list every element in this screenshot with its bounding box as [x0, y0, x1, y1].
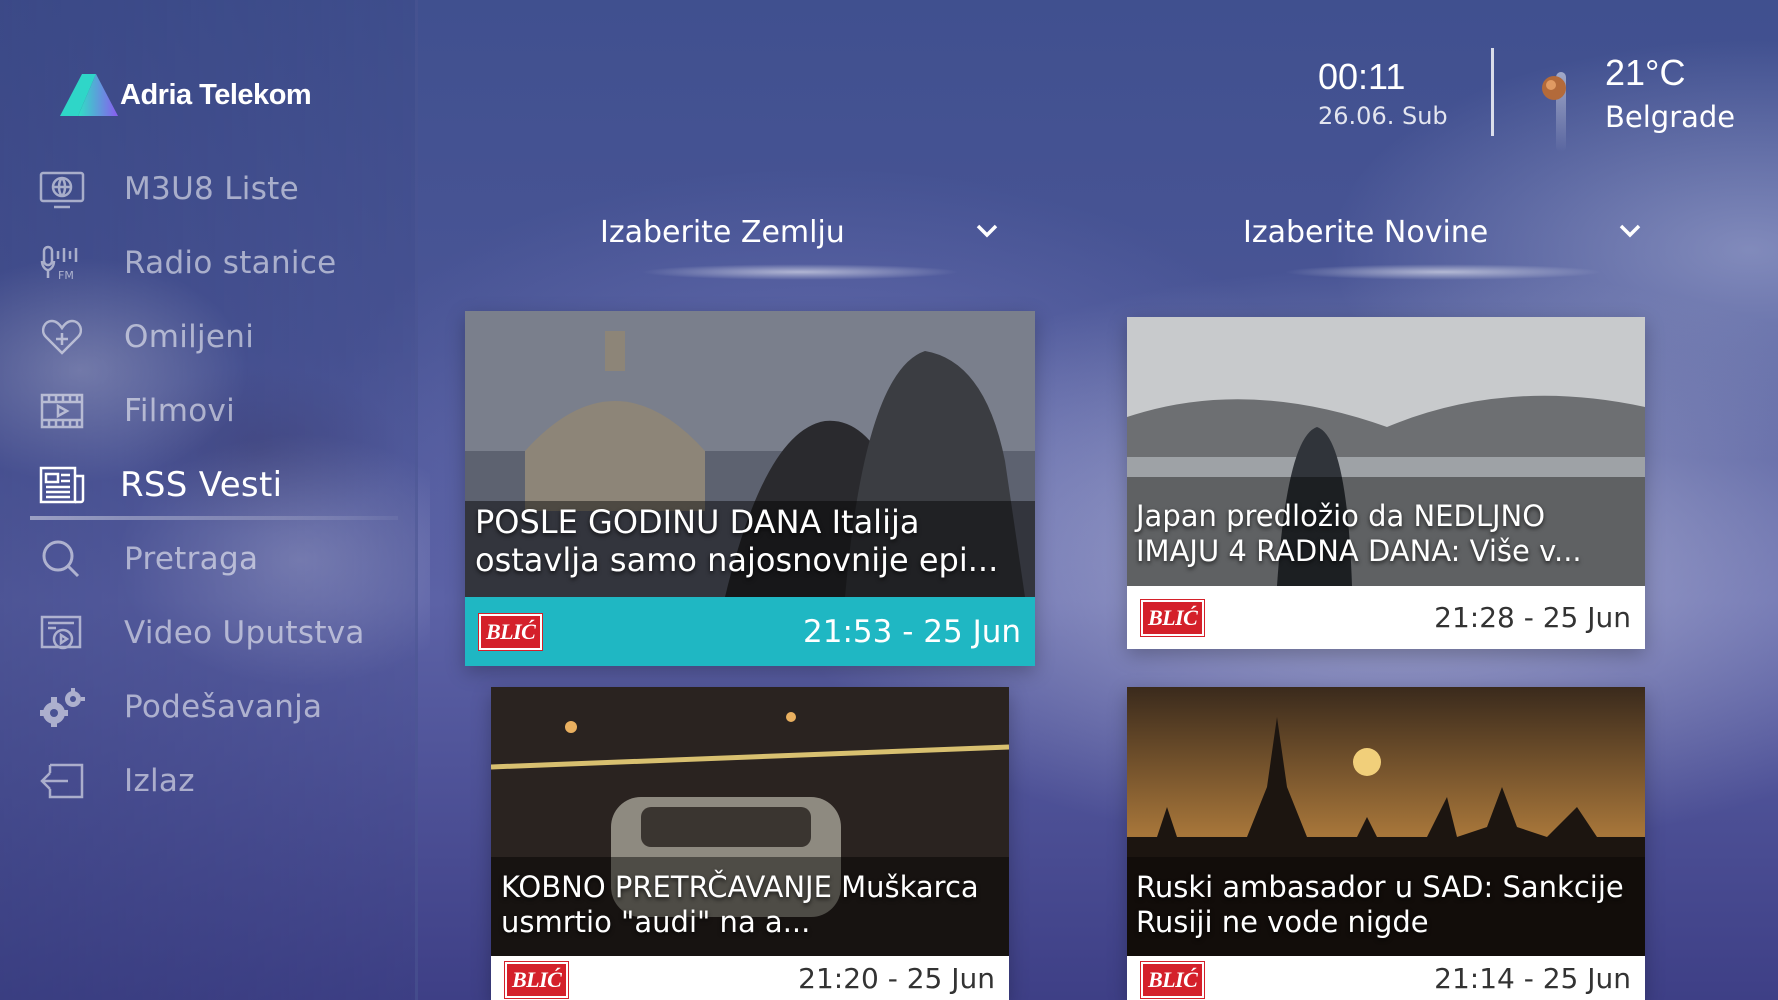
sidebar-item-m3u8[interactable]: M3U8 Liste: [0, 152, 418, 226]
temperature: 21°C: [1605, 52, 1686, 93]
chevron-down-icon: [976, 224, 998, 238]
news-card[interactable]: Ruski ambasador u SAD: Sankcije Rusiji n…: [1127, 687, 1645, 1000]
news-headline: Japan predložio da NEDLJNO IMAJU 4 RADNA…: [1136, 499, 1582, 568]
newspaper-dropdown-label: Izaberite Novine: [1243, 214, 1489, 250]
city-name: Belgrade: [1605, 100, 1736, 134]
news-card[interactable]: Japan predložio da NEDLJNO IMAJU 4 RADNA…: [1127, 317, 1645, 649]
sidebar-item-label: Omiljeni: [124, 319, 255, 355]
news-headline: Ruski ambasador u SAD: Sankcije Rusiji n…: [1136, 870, 1624, 939]
sidebar-item-search[interactable]: Pretraga: [0, 522, 418, 596]
radio-fm-icon: FM: [36, 241, 88, 285]
sidebar-item-settings[interactable]: Podešavanja: [0, 670, 418, 744]
clock-time: 00:11: [1318, 56, 1406, 97]
video-guide-icon: [36, 611, 88, 655]
news-footer: BLIĆ 21:14 - 25 Jun: [1127, 956, 1645, 1000]
clock-date: 26.06. Sub: [1318, 102, 1448, 130]
source-logo-blic: BLIĆ: [1139, 961, 1206, 999]
news-footer: BLIĆ 21:28 - 25 Jun: [1127, 586, 1645, 649]
sidebar-item-movies[interactable]: Filmovi: [0, 374, 418, 448]
clock: 00:11 26.06. Sub: [1318, 56, 1448, 130]
news-time: 21:20 - 25 Jun: [798, 962, 995, 995]
sidebar-item-label: Radio stanice: [124, 245, 337, 281]
news-card[interactable]: KOBNO PRETRČAVANJE Muškarca usmrtio "aud…: [491, 687, 1009, 1000]
sidebar-item-label: Pretraga: [124, 541, 259, 577]
tv-globe-icon: [36, 167, 88, 211]
newspaper-icon: [36, 463, 88, 507]
source-logo-blic: BLIĆ: [1139, 598, 1206, 637]
country-dropdown[interactable]: Izaberite Zemlju: [600, 202, 1000, 280]
dropdown-underline: [1283, 264, 1603, 280]
exit-icon: [36, 759, 88, 803]
chevron-down-icon: [1619, 224, 1641, 238]
svg-text:FM: FM: [58, 269, 74, 282]
sidebar-item-label: RSS Vesti: [120, 465, 283, 505]
film-icon: [36, 389, 88, 433]
sidebar-item-favorites[interactable]: Omiljeni: [0, 300, 418, 374]
search-icon: [36, 537, 88, 581]
source-logo-blic: BLIĆ: [477, 612, 544, 651]
news-card[interactable]: POSLE GODINU DANA Italija ostavlja samo …: [465, 311, 1035, 666]
news-footer: BLIĆ 21:53 - 25 Jun: [465, 597, 1035, 666]
source-logo-blic: BLIĆ: [503, 961, 570, 999]
sidebar-item-label: Video Uputstva: [124, 615, 365, 651]
news-headline: KOBNO PRETRČAVANJE Muškarca usmrtio "aud…: [501, 870, 979, 939]
logo-mark-icon: [60, 74, 118, 116]
news-time: 21:28 - 25 Jun: [1434, 601, 1631, 634]
news-time: 21:14 - 25 Jun: [1434, 962, 1631, 995]
sidebar-item-video-guides[interactable]: Video Uputstva: [0, 596, 418, 670]
sidebar-item-label: M3U8 Liste: [124, 171, 299, 207]
brand-logo: Adria Telekom: [58, 72, 312, 118]
sidebar-item-label: Podešavanja: [124, 689, 323, 725]
news-headline: POSLE GODINU DANA Italija ostavlja samo …: [475, 503, 999, 580]
heart-plus-icon: [36, 315, 88, 359]
sidebar-item-rss-news[interactable]: RSS Vesti: [0, 448, 418, 522]
sidebar-item-exit[interactable]: Izlaz: [0, 744, 418, 818]
sidebar-item-label: Izlaz: [124, 763, 195, 799]
sidebar-item-label: Filmovi: [124, 393, 236, 429]
dropdown-underline: [640, 264, 960, 280]
header-divider: [1491, 48, 1494, 136]
sidebar-item-radio[interactable]: FM Radio stanice: [0, 226, 418, 300]
news-footer: BLIĆ 21:20 - 25 Jun: [491, 956, 1009, 1000]
weather-icon: [1542, 72, 1566, 152]
gears-icon: [36, 685, 88, 729]
sidebar-nav: M3U8 Liste FM Radio stanice Omiljeni Fil…: [0, 152, 418, 818]
country-dropdown-label: Izaberite Zemlju: [600, 214, 845, 250]
brand-name: Adria Telekom: [120, 78, 312, 111]
news-time: 21:53 - 25 Jun: [803, 613, 1021, 650]
newspaper-dropdown[interactable]: Izaberite Novine: [1243, 202, 1643, 280]
